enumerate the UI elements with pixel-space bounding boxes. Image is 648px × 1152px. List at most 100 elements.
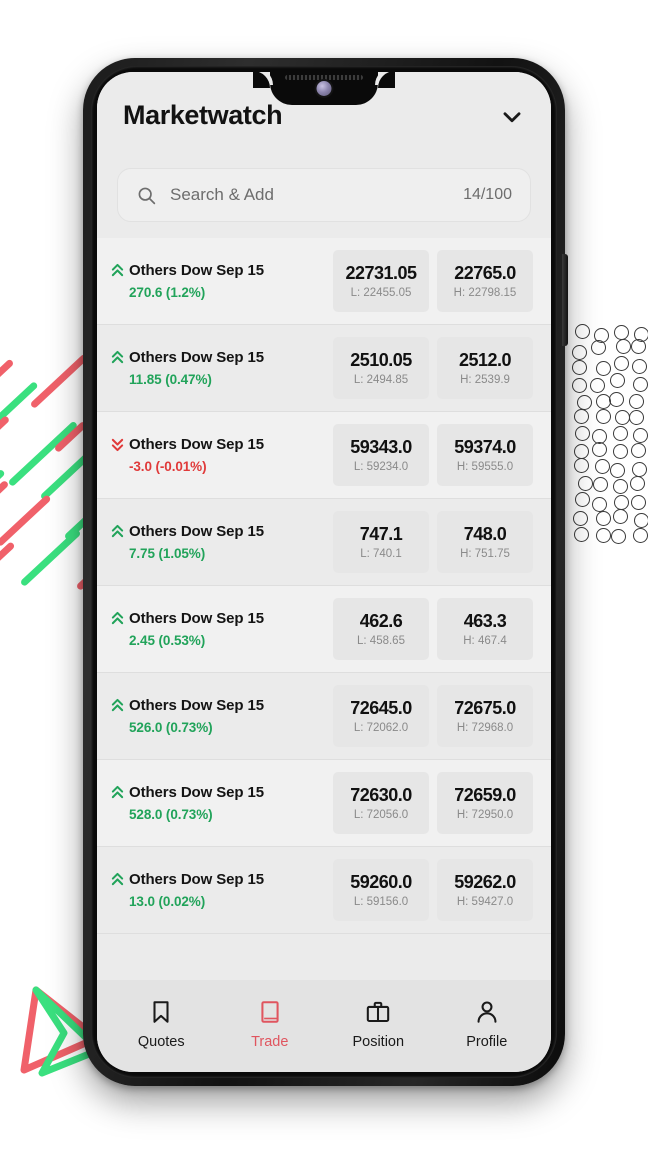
high-price: H: 72968.0: [456, 721, 514, 734]
instrument-symbol: Others Dow Sep 15: [129, 610, 265, 627]
ask-price: 748.0: [463, 524, 507, 545]
screenshot-canvas: Marketwatch Search & Add 14/100 Others D…: [0, 0, 648, 1152]
nav-item-trade[interactable]: Trade: [229, 997, 311, 1050]
earpiece-speaker: [285, 75, 363, 80]
search-icon: [138, 187, 156, 204]
instrument-info: Others Dow Sep 15 2.45 (0.53%): [111, 610, 325, 648]
table-row[interactable]: Others Dow Sep 15 7.75 (1.05%) 747.1 L: …: [97, 499, 551, 586]
instrument-info: Others Dow Sep 15 11.85 (0.47%): [111, 349, 325, 387]
marketwatch-list[interactable]: Others Dow Sep 15 270.6 (1.2%) 22731.05 …: [97, 238, 551, 980]
nav-item-quotes[interactable]: Quotes: [120, 997, 202, 1050]
person-icon: [477, 1000, 497, 1023]
table-row[interactable]: Others Dow Sep 15 13.0 (0.02%) 59260.0 L…: [97, 847, 551, 934]
phone-device-frame: Marketwatch Search & Add 14/100 Others D…: [83, 58, 568, 1086]
low-price: L: 59234.0: [353, 460, 409, 473]
ask-price: 72675.0: [454, 698, 516, 719]
table-row[interactable]: Others Dow Sep 15 526.0 (0.73%) 72645.0 …: [97, 673, 551, 760]
ask-price-box[interactable]: 72659.0 H: 72950.0: [437, 772, 533, 834]
low-price: L: 458.65: [357, 634, 405, 647]
briefcase-icon: [367, 1001, 390, 1022]
instrument-name-line: Others Dow Sep 15: [111, 610, 325, 627]
power-button[interactable]: [562, 254, 568, 346]
instrument-name-line: Others Dow Sep 15: [111, 262, 325, 279]
instrument-symbol: Others Dow Sep 15: [129, 262, 265, 279]
instrument-name-line: Others Dow Sep 15: [111, 349, 325, 366]
instrument-info: Others Dow Sep 15 -3.0 (-0.01%): [111, 436, 325, 474]
high-price: H: 2539.9: [460, 373, 510, 386]
front-camera-icon: [316, 81, 332, 96]
low-price: L: 59156.0: [353, 895, 409, 908]
ask-price: 22765.0: [454, 263, 516, 284]
double-chevron-up-icon: [111, 611, 124, 625]
ask-price-box[interactable]: 22765.0 H: 22798.15: [437, 250, 533, 312]
high-price: H: 59427.0: [456, 895, 514, 908]
table-row[interactable]: Others Dow Sep 15 270.6 (1.2%) 22731.05 …: [97, 238, 551, 325]
instrument-info: Others Dow Sep 15 526.0 (0.73%): [111, 697, 325, 735]
instrument-name-line: Others Dow Sep 15: [111, 436, 325, 453]
nav-label: Position: [352, 1033, 405, 1050]
page-title: Marketwatch: [123, 100, 283, 130]
bid-price-box[interactable]: 22731.05 L: 22455.05: [333, 250, 429, 312]
book-icon: [255, 997, 285, 1027]
bid-price: 59260.0: [350, 872, 412, 893]
instrument-change: 526.0 (0.73%): [129, 720, 213, 735]
bid-price-box[interactable]: 59343.0 L: 59234.0: [333, 424, 429, 486]
instrument-name-line: Others Dow Sep 15: [111, 784, 325, 801]
instrument-symbol: Others Dow Sep 15: [129, 436, 265, 453]
high-price: H: 22798.15: [453, 286, 517, 299]
ask-price-box[interactable]: 59374.0 H: 59555.0: [437, 424, 533, 486]
bid-price: 462.6: [359, 611, 403, 632]
bid-price-box[interactable]: 462.6 L: 458.65: [333, 598, 429, 660]
instrument-name-line: Others Dow Sep 15: [111, 871, 325, 888]
bid-price-box[interactable]: 72630.0 L: 72056.0: [333, 772, 429, 834]
instrument-info: Others Dow Sep 15 528.0 (0.73%): [111, 784, 325, 822]
low-price: L: 72056.0: [353, 808, 409, 821]
ask-price-box[interactable]: 72675.0 H: 72968.0: [437, 685, 533, 747]
ask-price: 72659.0: [454, 785, 516, 806]
decorative-dot-pattern: [571, 322, 648, 544]
instrument-symbol: Others Dow Sep 15: [129, 523, 265, 540]
nav-item-profile[interactable]: Profile: [446, 997, 528, 1050]
low-price: L: 72062.0: [353, 721, 409, 734]
bid-price-box[interactable]: 59260.0 L: 59156.0: [333, 859, 429, 921]
bid-price: 72645.0: [350, 698, 412, 719]
search-section: Search & Add 14/100: [97, 160, 551, 238]
instrument-change: 13.0 (0.02%): [129, 894, 206, 909]
table-row[interactable]: Others Dow Sep 15 -3.0 (-0.01%) 59343.0 …: [97, 412, 551, 499]
bid-price-box[interactable]: 72645.0 L: 72062.0: [333, 685, 429, 747]
instrument-change: 270.6 (1.2%): [129, 285, 206, 300]
bid-price-box[interactable]: 747.1 L: 740.1: [333, 511, 429, 573]
ask-price-box[interactable]: 2512.0 H: 2539.9: [437, 337, 533, 399]
instrument-change: 528.0 (0.73%): [129, 807, 213, 822]
bid-price: 22731.05: [345, 263, 417, 284]
double-chevron-down-icon: [111, 438, 124, 452]
table-row[interactable]: Others Dow Sep 15 528.0 (0.73%) 72630.0 …: [97, 760, 551, 847]
high-price: H: 467.4: [463, 634, 507, 647]
double-chevron-up-icon: [111, 263, 124, 277]
bid-price-box[interactable]: 2510.05 L: 2494.85: [333, 337, 429, 399]
table-row[interactable]: Others Dow Sep 15 2.45 (0.53%) 462.6 L: …: [97, 586, 551, 673]
instrument-symbol: Others Dow Sep 15: [129, 871, 265, 888]
double-chevron-up-icon: [111, 350, 124, 364]
table-row[interactable]: Others Dow Sep 15 11.85 (0.47%) 2510.05 …: [97, 325, 551, 412]
high-price: H: 751.75: [460, 547, 510, 560]
double-chevron-up-icon: [111, 698, 124, 712]
instrument-change: 2.45 (0.53%): [129, 633, 206, 648]
ask-price: 2512.0: [458, 350, 512, 371]
double-chevron-up-icon: [111, 785, 124, 799]
high-price: H: 59555.0: [456, 460, 514, 473]
chevron-down-icon[interactable]: [499, 104, 525, 130]
ask-price-box[interactable]: 59262.0 H: 59427.0: [437, 859, 533, 921]
ask-price: 59262.0: [454, 872, 516, 893]
search-input[interactable]: Search & Add 14/100: [117, 168, 531, 222]
low-price: L: 2494.85: [353, 373, 409, 386]
nav-label: Quotes: [137, 1033, 185, 1050]
ask-price: 463.3: [463, 611, 507, 632]
bookmark-icon: [146, 997, 176, 1027]
search-placeholder-text: Search & Add: [170, 185, 274, 204]
bid-price: 2510.05: [350, 350, 412, 371]
ask-price-box[interactable]: 463.3 H: 467.4: [437, 598, 533, 660]
ask-price: 59374.0: [454, 437, 516, 458]
ask-price-box[interactable]: 748.0 H: 751.75: [437, 511, 533, 573]
nav-item-position[interactable]: Position: [337, 997, 419, 1050]
